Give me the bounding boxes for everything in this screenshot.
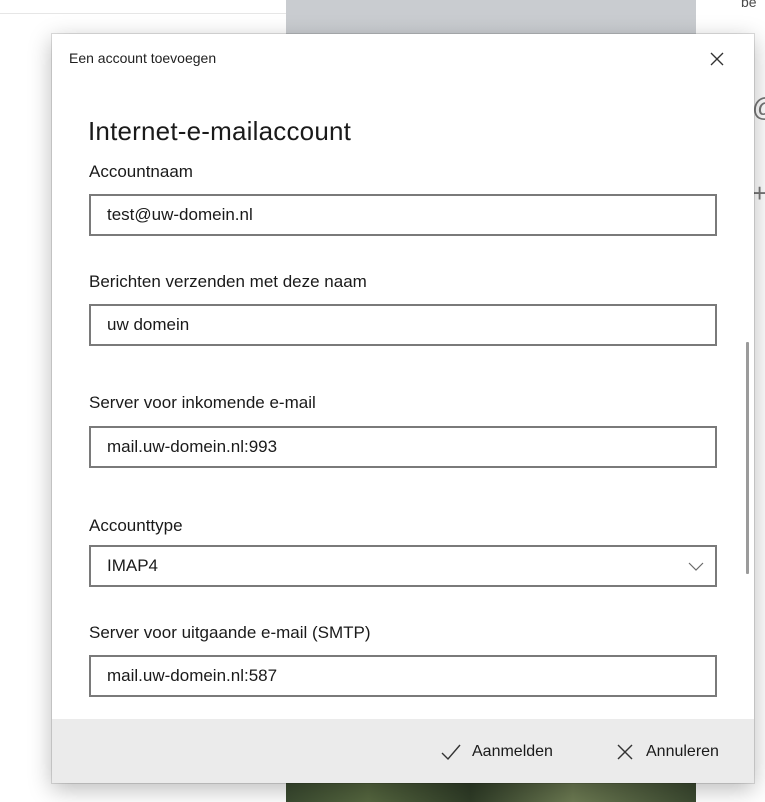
cancel-button[interactable]: Annuleren (614, 739, 719, 765)
outgoing-server-input[interactable] (89, 655, 717, 697)
sign-in-label: Aanmelden (472, 743, 553, 760)
sender-name-input[interactable] (89, 304, 717, 346)
chevron-down-icon (688, 562, 704, 571)
background-photo-foliage (286, 782, 696, 802)
scrollbar[interactable] (746, 342, 749, 574)
sender-name-label: Berichten verzenden met deze naam (89, 272, 367, 291)
account-type-label: Accounttype (89, 516, 183, 535)
background-divider (0, 13, 288, 14)
close-icon (710, 52, 724, 66)
account-type-select[interactable]: IMAP4 (89, 545, 717, 587)
checkmark-icon (441, 744, 461, 761)
add-account-dialog: Een account toevoegen Internet-e-mailacc… (52, 34, 754, 783)
screen: be @ + Een account toevoegen Internet-e-… (0, 0, 765, 802)
sign-in-button[interactable]: Aanmelden (440, 739, 553, 765)
account-name-input[interactable] (89, 194, 717, 236)
account-type-value: IMAP4 (107, 556, 159, 575)
incoming-server-input[interactable] (89, 426, 717, 468)
dialog-footer: Aanmelden Annuleren (52, 719, 754, 783)
page-title: Internet-e-mailaccount (88, 116, 352, 146)
close-icon (617, 744, 633, 760)
cancel-label: Annuleren (646, 743, 719, 760)
outgoing-server-label: Server voor uitgaande e-mail (SMTP) (89, 623, 371, 642)
incoming-server-label: Server voor inkomende e-mail (89, 393, 316, 412)
dialog-title: Een account toevoegen (69, 50, 217, 66)
close-button[interactable] (704, 46, 730, 72)
account-name-label: Accountnaam (89, 162, 193, 181)
background-right-text: be (741, 0, 757, 10)
